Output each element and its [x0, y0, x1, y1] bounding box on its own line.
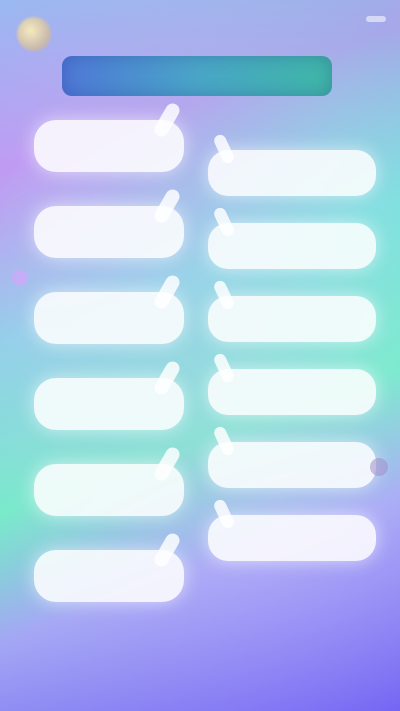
left-item-column [34, 120, 184, 602]
left-item-2[interactable] [34, 206, 184, 258]
left-item-4[interactable] [34, 378, 184, 430]
right-item-5[interactable] [208, 442, 376, 488]
right-scroll-indicator [370, 458, 388, 476]
left-item-5[interactable] [34, 464, 184, 516]
title-banner [62, 56, 332, 96]
profile-avatar-icon[interactable] [17, 17, 51, 51]
left-item-3[interactable] [34, 292, 184, 344]
right-item-6[interactable] [208, 515, 376, 561]
left-item-6[interactable] [34, 550, 184, 602]
right-item-2[interactable] [208, 223, 376, 269]
right-item-1[interactable] [208, 150, 376, 196]
left-item-1[interactable] [34, 120, 184, 172]
right-item-column [208, 150, 376, 561]
left-scroll-indicator [12, 270, 28, 286]
right-item-3[interactable] [208, 296, 376, 342]
right-item-4[interactable] [208, 369, 376, 415]
menu-icon[interactable] [366, 16, 386, 22]
